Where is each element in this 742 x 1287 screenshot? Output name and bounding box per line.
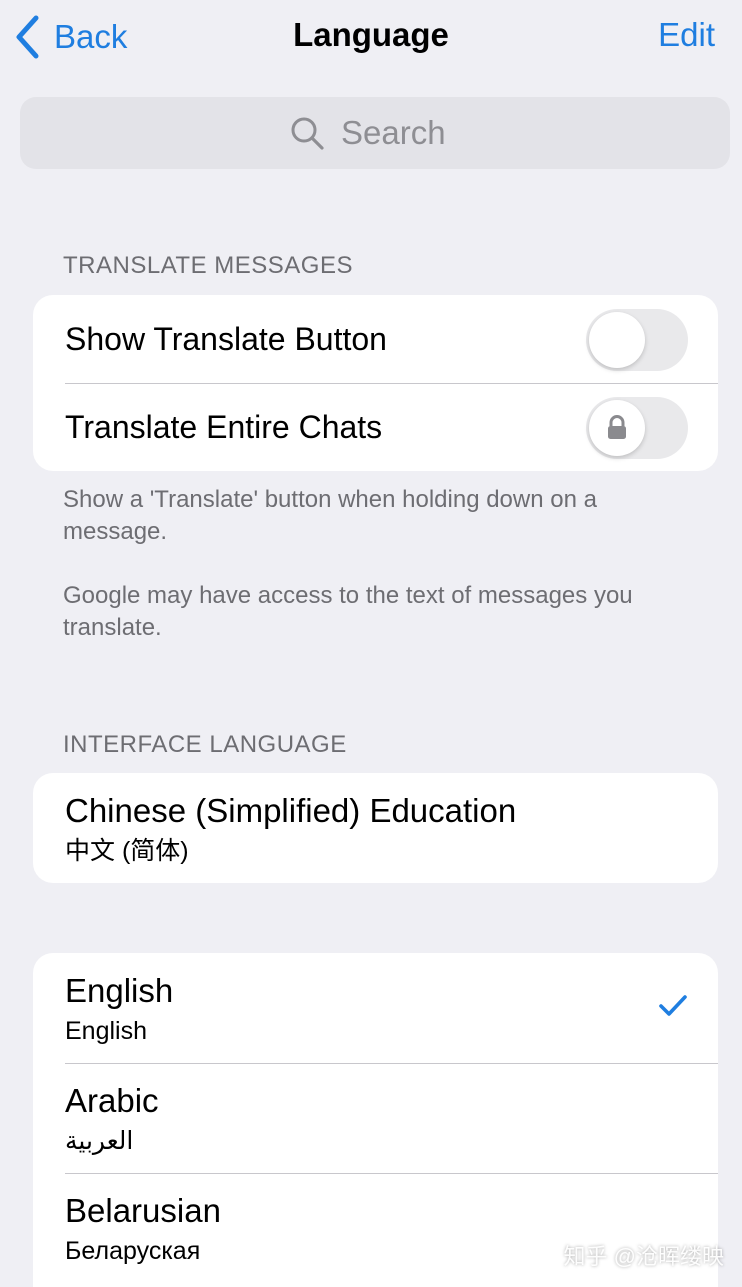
page-title: Language xyxy=(293,16,449,53)
interface-language-card: Chinese (Simplified) Education 中文 (简体) xyxy=(33,773,718,883)
edit-button[interactable]: Edit xyxy=(658,16,715,54)
current-interface-language[interactable]: Chinese (Simplified) Education 中文 (简体) xyxy=(33,773,718,883)
language-item-arabic[interactable]: Arabic العربية xyxy=(33,1063,718,1173)
language-item-english[interactable]: English English xyxy=(33,953,718,1063)
search-icon xyxy=(291,117,324,150)
search-bar[interactable] xyxy=(20,97,730,169)
translate-settings-card: Show Translate Button Translate Entire C… xyxy=(33,295,718,471)
language-name: Belarusian xyxy=(65,1192,221,1229)
show-translate-button-toggle[interactable] xyxy=(586,309,688,371)
language-list: English English Arabic العربية Belarusia… xyxy=(33,953,718,1287)
navigation-bar: Back Language Edit xyxy=(0,0,742,78)
language-native-name: English xyxy=(65,1017,147,1045)
translate-entire-chats-row[interactable]: Translate Entire Chats xyxy=(33,383,718,471)
toggle-knob xyxy=(589,400,645,456)
toggle-knob xyxy=(589,312,645,368)
language-name: Arabic xyxy=(65,1082,159,1119)
interface-language-header: INTERFACE LANGUAGE xyxy=(63,731,347,758)
watermark: 知乎 @沧晖缕映 xyxy=(563,1244,724,1269)
lock-icon xyxy=(608,415,626,439)
translate-entire-chats-label: Translate Entire Chats xyxy=(65,408,383,445)
checkmark-icon xyxy=(659,995,687,1016)
translate-entire-chats-toggle[interactable] xyxy=(586,397,688,459)
language-native-name: العربية xyxy=(65,1127,134,1155)
show-translate-button-label: Show Translate Button xyxy=(65,320,387,357)
language-native-name: 中文 (简体) xyxy=(65,837,189,865)
search-input[interactable] xyxy=(341,114,461,152)
translate-section-header: TRANSLATE MESSAGES xyxy=(63,252,353,279)
translate-button-note: Show a 'Translate' button when holding d… xyxy=(63,486,597,545)
show-translate-button-row[interactable]: Show Translate Button xyxy=(33,295,718,383)
language-settings-screen: Back Language Edit TRANSLATE MESSAGES Sh… xyxy=(0,0,742,1287)
google-access-note: Google may have access to the text of me… xyxy=(63,582,633,641)
language-name: Chinese (Simplified) Education xyxy=(65,792,517,829)
language-name: English xyxy=(65,972,174,1009)
